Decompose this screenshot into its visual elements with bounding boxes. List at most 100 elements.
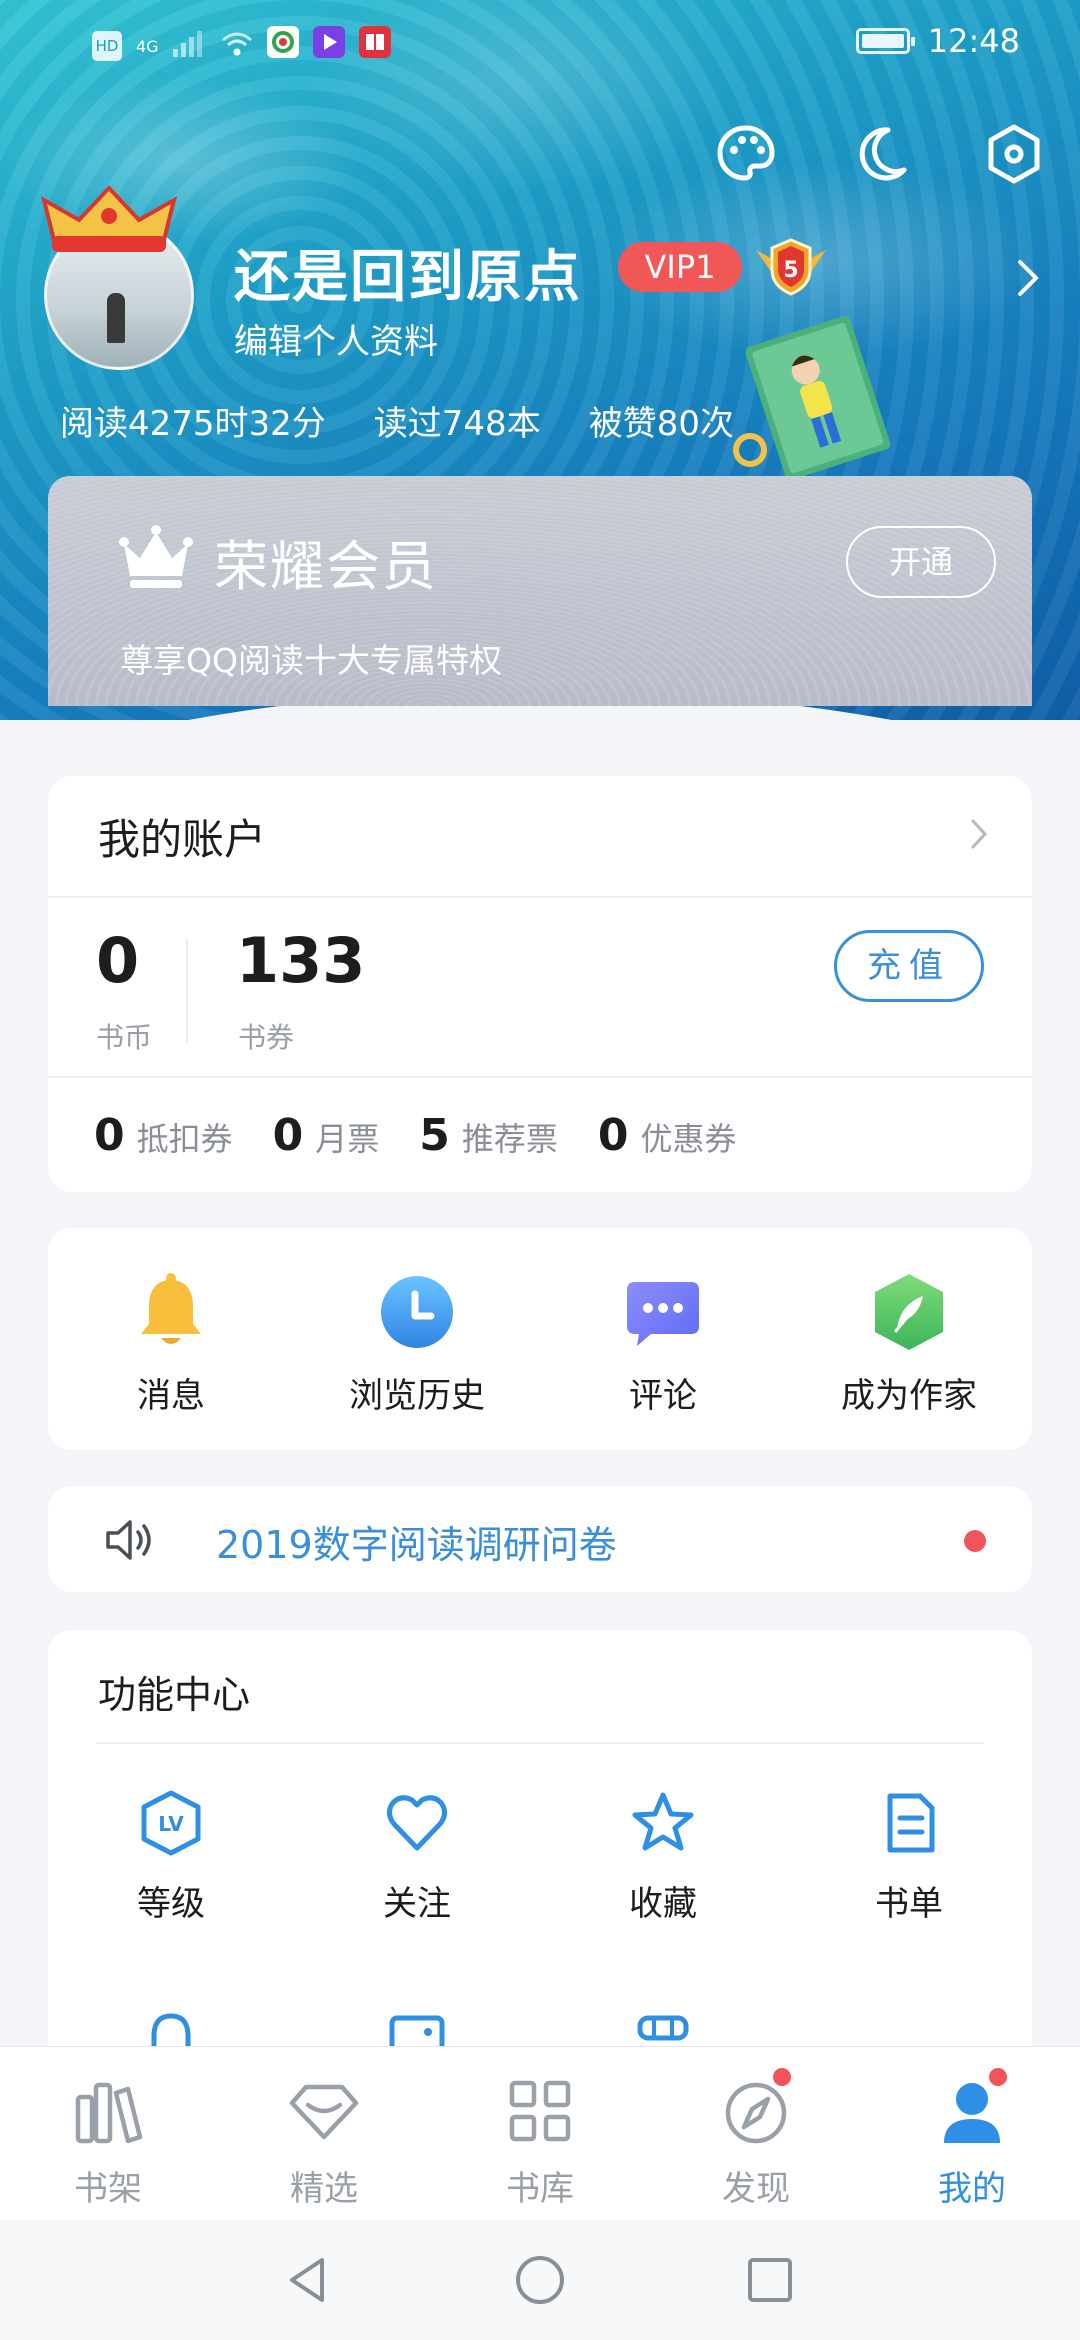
divider (48, 1076, 1032, 1078)
vouchers-label: 书券 (238, 1021, 295, 1054)
profile-header: HD 4G 12:48 还是回到原点 VIP1 5 编辑个人资料 阅读4275时… (0, 0, 1080, 720)
function-center-title: 功能中心 (98, 1673, 251, 1717)
battery-icon (855, 28, 915, 54)
level-number: 5 (783, 258, 798, 283)
level-label: 等级 (137, 1884, 205, 1924)
level-icon: LV (141, 1790, 201, 1856)
signal-icon (172, 27, 207, 65)
username[interactable]: 还是回到原点 (234, 232, 582, 313)
account-card: 我的账户 0 书币 133 书券 充值 0 抵扣券 0 月票 5 推荐票 0 优… (48, 776, 1032, 1192)
ticket-value: 5 (419, 1110, 450, 1161)
vip-badge[interactable]: VIP1 (618, 242, 742, 292)
bell-icon (141, 1273, 201, 1344)
ticket-label: 抵扣券 (136, 1120, 233, 1158)
crown-icon (119, 525, 193, 588)
stat-reading-time: 阅读4275时32分 (60, 404, 326, 444)
comment-icon (627, 1282, 699, 1346)
star-icon (632, 1792, 694, 1851)
reader-app-icon (358, 26, 391, 66)
status-bar: HD 4G 12:48 (0, 0, 1080, 84)
ticket-label: 月票 (315, 1120, 380, 1158)
reading-boy-illustration (733, 315, 891, 480)
survey-link[interactable]: 2019数字阅读调研问卷 (216, 1514, 617, 1569)
follow-button[interactable]: 关注 (294, 1790, 540, 1950)
recents-icon[interactable] (740, 2250, 800, 2310)
coins-label: 书币 (96, 1021, 153, 1054)
history-button[interactable]: 浏览历史 (294, 1228, 540, 1450)
level-button[interactable]: LV 等级 (48, 1790, 294, 1950)
comments-button[interactable]: 评论 (540, 1228, 786, 1450)
ticket-coupon[interactable]: 0 优惠券 (598, 1110, 737, 1161)
tab-label: 书架 (74, 2169, 142, 2209)
coins-value[interactable]: 0 (96, 924, 139, 997)
home-icon[interactable] (510, 2250, 570, 2310)
chevron-right-icon[interactable] (970, 818, 988, 850)
vip-title: 荣耀会员 (214, 535, 438, 598)
survey-notice[interactable]: 2019数字阅读调研问卷 (48, 1486, 1032, 1592)
system-nav-bar (0, 2220, 1080, 2340)
back-icon[interactable] (278, 2250, 338, 2310)
vip-membership-card[interactable]: 荣耀会员 尊享QQ阅读十大专属特权 开通 (48, 476, 1032, 706)
account-title[interactable]: 我的账户 (98, 806, 266, 867)
divider (96, 1742, 984, 1744)
open-vip-button[interactable]: 开通 (846, 526, 996, 598)
ticket-label: 推荐票 (461, 1120, 558, 1158)
comments-label: 评论 (629, 1376, 697, 1416)
avatar[interactable] (34, 180, 204, 380)
svg-text:LV: LV (158, 1812, 184, 1836)
vip-description: 尊享QQ阅读十大专属特权 (120, 641, 502, 680)
heart-icon (386, 1795, 448, 1851)
tab-label: 精选 (290, 2169, 358, 2209)
ticket-monthly[interactable]: 0 月票 (273, 1110, 380, 1161)
ticket-label: 优惠券 (640, 1120, 737, 1158)
tab-library[interactable]: 书库 (432, 2047, 648, 2220)
feather-icon (875, 1274, 943, 1350)
messages-button[interactable]: 消息 (48, 1228, 294, 1450)
level-badge[interactable]: 5 (752, 236, 830, 298)
tab-discover[interactable]: 发现 (648, 2047, 864, 2220)
diamond-icon (289, 2084, 359, 2140)
wifi-icon (221, 27, 253, 65)
booklist-label: 书单 (875, 1884, 943, 1924)
unread-dot (964, 1530, 986, 1552)
tab-me[interactable]: 我的 (864, 2047, 1080, 2220)
app-notify-icon (266, 26, 299, 66)
tickets-row: 0 抵扣券 0 月票 5 推荐票 0 优惠券 (94, 1110, 737, 1161)
booklist-button[interactable]: 书单 (786, 1790, 1032, 1950)
divider (48, 896, 1032, 898)
tab-label: 书库 (506, 2169, 574, 2209)
favorites-button[interactable]: 收藏 (540, 1790, 786, 1950)
tab-bookshelf[interactable]: 书架 (0, 2047, 216, 2220)
edit-profile-link[interactable]: 编辑个人资料 (234, 314, 438, 363)
messages-label: 消息 (137, 1376, 205, 1416)
ticket-recommend[interactable]: 5 推荐票 (419, 1110, 558, 1161)
notification-dot (986, 2065, 1010, 2089)
chevron-right-icon[interactable] (1016, 258, 1040, 298)
speaker-icon (106, 1520, 151, 1560)
bookshelf-icon (75, 2082, 143, 2144)
hd-indicator: HD (92, 31, 122, 61)
history-label: 浏览历史 (349, 1376, 485, 1416)
grid-icon (509, 2080, 571, 2142)
quick-actions: 消息 浏览历史 评论 成为作家 (48, 1228, 1032, 1450)
vouchers-value[interactable]: 133 (236, 924, 365, 997)
reading-stats: 阅读4275时32分 读过748本 被赞80次 (60, 396, 734, 445)
ticket-deduction[interactable]: 0 抵扣券 (94, 1110, 233, 1161)
follow-label: 关注 (383, 1884, 451, 1924)
recharge-button[interactable]: 充值 (834, 930, 984, 1002)
night-mode-icon[interactable] (848, 122, 912, 186)
palette-icon[interactable] (714, 122, 778, 186)
tab-label: 发现 (722, 2169, 790, 2209)
network-indicator: 4G (136, 36, 159, 56)
become-writer-button[interactable]: 成为作家 (786, 1228, 1032, 1450)
stat-books-read: 读过748本 (373, 404, 541, 444)
stat-likes: 被赞80次 (588, 404, 734, 444)
bottom-tab-bar: 书架 精选 书库 发现 我的 (0, 2046, 1080, 2220)
settings-icon[interactable] (982, 122, 1046, 186)
booklist-icon (887, 1793, 935, 1853)
avatar-crown-icon (40, 185, 178, 252)
ticket-value: 0 (272, 1110, 304, 1161)
clock-time: 12:48 (927, 22, 1020, 60)
divider (186, 938, 188, 1044)
tab-featured[interactable]: 精选 (216, 2047, 432, 2220)
